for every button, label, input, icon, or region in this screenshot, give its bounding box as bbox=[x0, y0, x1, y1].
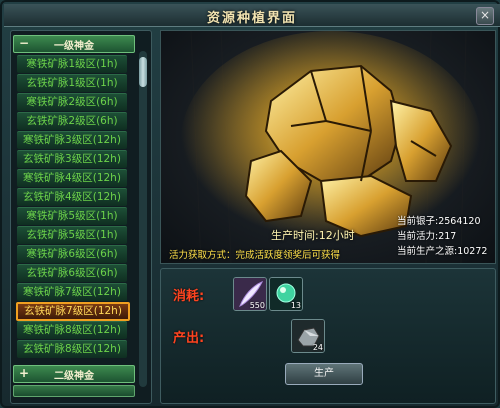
mine-list-panel: − 一级神金 寒铁矿脉1级区(1h) 玄铁矿脉1级区(1h) 寒铁矿脉2级区(6h)… bbox=[10, 30, 152, 404]
list-item[interactable]: 玄铁矿脉8级区(12h) bbox=[17, 340, 127, 358]
title-bar: 资源种植界面 × bbox=[4, 4, 500, 27]
list-item[interactable]: 寒铁矿脉5级区(1h) bbox=[17, 207, 127, 225]
scroll-thumb[interactable] bbox=[139, 57, 147, 87]
category-header-tier2[interactable]: + 二级神金 bbox=[13, 365, 135, 383]
vitality-stat: 当前活力:217 bbox=[397, 231, 457, 242]
category-header-tier3-partial[interactable] bbox=[13, 385, 135, 397]
list-item-selected[interactable]: 玄铁矿脉7级区(12h) bbox=[16, 302, 130, 321]
output-slot-1[interactable]: 24 bbox=[291, 319, 325, 353]
list-item[interactable]: 玄铁矿脉3级区(12h) bbox=[17, 150, 127, 168]
window-title: 资源种植界面 bbox=[206, 11, 297, 26]
list-item[interactable]: 玄铁矿脉6级区(6h) bbox=[17, 264, 127, 282]
category-header-tier1[interactable]: − 一级神金 bbox=[13, 35, 135, 53]
consume-slot-2[interactable]: 13 bbox=[269, 277, 303, 311]
list-item[interactable]: 寒铁矿脉3级区(12h) bbox=[17, 131, 127, 149]
stats-panel: 当前银子:2564120 当前活力:217 当前生产之源:10272 bbox=[397, 214, 487, 259]
list-item[interactable]: 寒铁矿脉7级区(12h) bbox=[17, 283, 127, 301]
list-scrollbar[interactable] bbox=[139, 51, 147, 387]
close-icon[interactable]: × bbox=[476, 7, 494, 25]
resource-planting-window: 资源种植界面 × − 一级神金 寒铁矿脉1级区(1h) 玄铁矿脉1级区(1h) 寒铁… bbox=[0, 0, 500, 408]
produce-button[interactable]: 生产 bbox=[285, 363, 363, 385]
list-item[interactable]: 玄铁矿脉1级区(1h) bbox=[17, 74, 127, 92]
output-label: 产出: bbox=[173, 331, 205, 346]
item-count: 550 bbox=[249, 301, 265, 310]
item-count: 24 bbox=[312, 343, 323, 352]
production-panel: 消耗: 550 13 产出: 24 生产 bbox=[160, 268, 496, 404]
silver-stat: 当前银子:2564120 bbox=[397, 216, 481, 227]
resource-preview: 生产时间:12小时 活力获取方式：完成活跃度领奖后可获得 当前银子:256412… bbox=[160, 30, 496, 264]
list-item[interactable]: 寒铁矿脉4级区(12h) bbox=[17, 169, 127, 187]
consume-slot-1[interactable]: 550 bbox=[233, 277, 267, 311]
list-item[interactable]: 玄铁矿脉4级区(12h) bbox=[17, 188, 127, 206]
production-time: 生产时间:12小时 bbox=[271, 229, 355, 242]
category-label: 二级神金 bbox=[54, 371, 94, 382]
list-item[interactable]: 玄铁矿脉2级区(6h) bbox=[17, 112, 127, 130]
production-source-stat: 当前生产之源:10272 bbox=[397, 246, 488, 257]
list-item[interactable]: 寒铁矿脉8级区(12h) bbox=[17, 321, 127, 339]
list-item[interactable]: 寒铁矿脉6级区(6h) bbox=[17, 245, 127, 263]
vitality-tip: 活力获取方式：完成活跃度领奖后可获得 bbox=[169, 250, 341, 261]
category-label: 一级神金 bbox=[54, 41, 94, 52]
list-item[interactable]: 玄铁矿脉5级区(1h) bbox=[17, 226, 127, 244]
item-count: 13 bbox=[290, 301, 301, 310]
list-item[interactable]: 寒铁矿脉1级区(1h) bbox=[17, 55, 127, 73]
consume-label: 消耗: bbox=[173, 289, 205, 304]
list-item[interactable]: 寒铁矿脉2级区(6h) bbox=[17, 93, 127, 111]
